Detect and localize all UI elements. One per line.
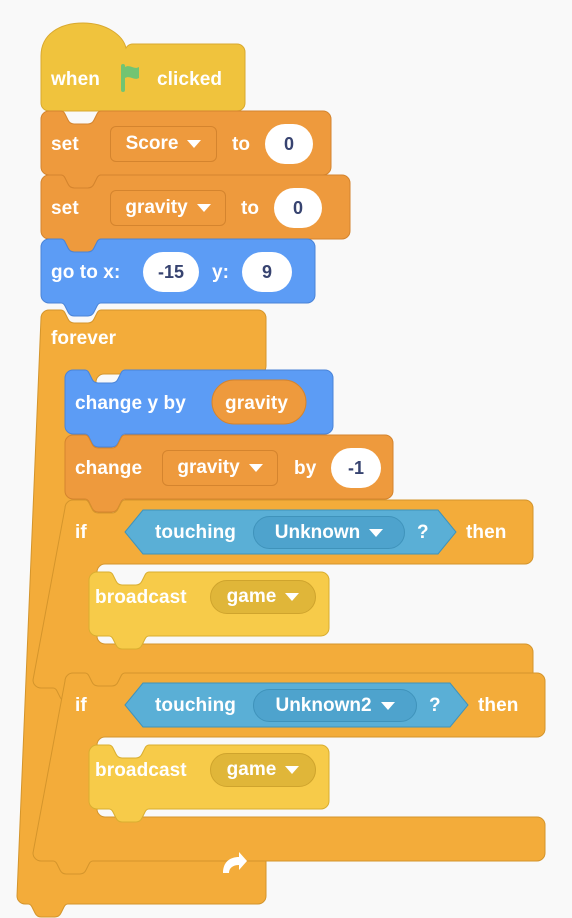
change-gravity-value-input[interactable]: -1 bbox=[331, 448, 381, 488]
change-gravity-variable-dropdown[interactable]: gravity bbox=[162, 450, 278, 486]
broadcast-label-1: broadcast bbox=[95, 587, 187, 608]
block-workspace[interactable]: when clicked set Score to 0 set gravity … bbox=[0, 0, 572, 918]
chevron-down-icon bbox=[196, 204, 211, 212]
score-value-input[interactable]: 0 bbox=[265, 124, 313, 164]
score-variable-dropdown[interactable]: Score bbox=[110, 126, 217, 162]
touching-label-1: touching bbox=[155, 522, 237, 543]
touching-target-label-1: Unknown bbox=[274, 521, 361, 543]
by-label: by bbox=[294, 458, 317, 479]
broadcast-label-2: broadcast bbox=[95, 760, 187, 781]
broadcast-message-label-1: game bbox=[226, 586, 277, 607]
score-variable-label: Score bbox=[125, 133, 179, 154]
broadcast-message-dropdown-1[interactable]: game bbox=[210, 580, 316, 614]
set-label-gravity: set bbox=[51, 198, 79, 219]
gravity-value-input[interactable]: 0 bbox=[274, 188, 322, 228]
x-value-input[interactable]: -15 bbox=[143, 252, 199, 292]
y-value-input[interactable]: 9 bbox=[242, 252, 292, 292]
chevron-down-icon bbox=[369, 528, 384, 537]
chevron-down-icon bbox=[187, 140, 202, 148]
question-mark-label-2: ? bbox=[429, 695, 441, 716]
then-label-1: then bbox=[466, 522, 507, 543]
chevron-down-icon bbox=[248, 464, 263, 472]
if-label-1: if bbox=[75, 522, 87, 543]
broadcast-message-dropdown-2[interactable]: game bbox=[210, 753, 316, 787]
to-label-gravity: to bbox=[241, 198, 260, 219]
change-label: change bbox=[75, 458, 143, 479]
blocks-layer[interactable]: when clicked set Score to 0 set gravity … bbox=[0, 0, 572, 918]
to-label-score: to bbox=[232, 134, 251, 155]
clicked-label: clicked bbox=[157, 69, 223, 90]
gravity-variable-dropdown[interactable]: gravity bbox=[110, 190, 226, 226]
broadcast-message-label-2: game bbox=[226, 759, 277, 780]
touching-target-dropdown-1[interactable]: Unknown bbox=[253, 516, 405, 549]
chevron-down-icon bbox=[380, 701, 395, 710]
gravity-variable-label: gravity bbox=[125, 197, 188, 218]
set-label-score: set bbox=[51, 134, 79, 155]
y-label: y: bbox=[212, 262, 230, 283]
when-label: when bbox=[51, 69, 100, 90]
loop-arrow-icon bbox=[223, 852, 247, 873]
change-gravity-variable-label: gravity bbox=[177, 457, 240, 478]
question-mark-label-1: ? bbox=[417, 522, 429, 543]
chevron-down-icon bbox=[285, 766, 300, 774]
go-to-x-label: go to x: bbox=[51, 262, 121, 283]
gravity-reporter-label: gravity bbox=[225, 393, 289, 414]
green-flag-icon bbox=[121, 64, 139, 92]
touching-label-2: touching bbox=[155, 695, 237, 716]
if-label-2: if bbox=[75, 695, 87, 716]
forever-label: forever bbox=[51, 328, 117, 349]
chevron-down-icon bbox=[285, 593, 300, 601]
touching-target-dropdown-2[interactable]: Unknown2 bbox=[253, 689, 417, 722]
touching-target-label-2: Unknown2 bbox=[275, 694, 372, 716]
then-label-2: then bbox=[478, 695, 519, 716]
change-y-by-label: change y by bbox=[75, 393, 186, 414]
